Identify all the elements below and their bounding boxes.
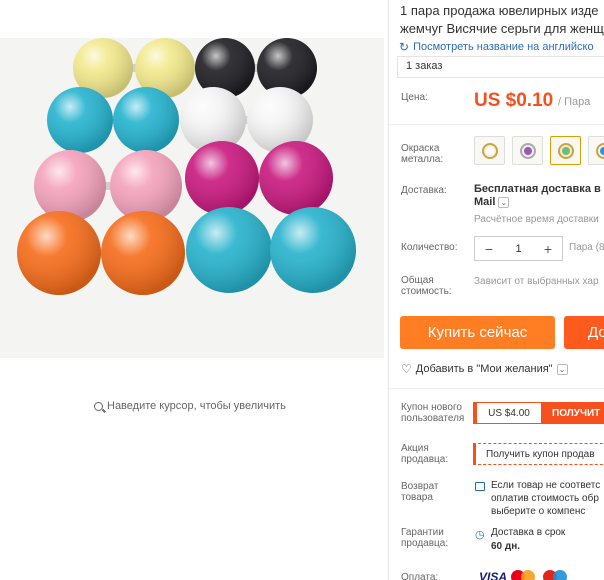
maestro-icon <box>543 570 571 580</box>
translate-icon: ↻ <box>399 40 410 54</box>
earring-gold-white-icon <box>481 142 498 159</box>
total-label: Общая стоимость: <box>401 275 452 297</box>
heart-icon: ♡ <box>401 362 412 376</box>
get-coupon-button[interactable]: ПОЛУЧИТ <box>542 402 604 424</box>
color-swatch-1[interactable] <box>474 136 505 165</box>
quantity-decrease-button[interactable]: − <box>482 241 496 257</box>
price-unit: / Пара <box>558 96 591 108</box>
shipping-label: Доставка: <box>401 185 447 196</box>
earring-gold-green-icon <box>557 142 574 159</box>
magnifier-icon <box>94 401 103 411</box>
add-to-cart-button[interactable]: До <box>564 316 604 349</box>
pearl-highlight <box>17 211 101 295</box>
translate-title-link[interactable]: ↻ Посмотреть название на английско <box>399 40 594 54</box>
pearl-highlight <box>113 87 179 153</box>
earrings-photo <box>17 38 356 295</box>
new-user-coupon: US $4.00 ПОЛУЧИТ <box>473 402 604 424</box>
shipping-main: Бесплатная доставка в R <box>474 183 604 195</box>
color-swatch-2[interactable] <box>512 136 543 165</box>
orders-count: 1 заказ <box>397 56 604 78</box>
seller-promo-label: Акция продавца: <box>401 443 449 465</box>
pearl-highlight <box>186 207 272 293</box>
product-title: 1 пара продажа ювелирных изде жемчуг Вис… <box>400 2 604 38</box>
visa-icon: VISA <box>479 570 508 580</box>
mastercard-icon <box>511 570 539 580</box>
wishlist-text: Добавить в "Мои желания" <box>415 363 553 375</box>
chevron-down-icon: ⌄ <box>498 196 510 208</box>
returns-label: Возврат товара <box>401 481 439 503</box>
divider <box>389 124 604 125</box>
guarantee-line-2: 60 дн. <box>491 541 521 552</box>
earring-silver-purple-icon <box>519 142 536 159</box>
pearl-highlight <box>101 211 185 295</box>
product-title-line1: 1 пара продажа ювелирных изде <box>400 3 599 18</box>
pearl-highlight <box>34 150 106 222</box>
price-label: Цена: <box>401 92 428 103</box>
buy-now-button[interactable]: Купить сейчас <box>400 316 555 349</box>
pearl-highlight <box>185 141 259 215</box>
earring-gold-blue-icon <box>595 142 604 159</box>
coupon-amount: US $4.00 <box>473 402 542 424</box>
pearl-highlight <box>259 141 333 215</box>
guarantee-text: Доставка в срок 60 дн. <box>491 526 565 554</box>
payment-label: Оплата: <box>401 572 439 580</box>
returns-line-3: выберите о компенс <box>491 506 586 517</box>
orders-count-text: 1 заказ <box>406 60 443 72</box>
zoom-hint: Наведите курсор, чтобы увеличить <box>94 400 286 412</box>
total-value: Зависит от выбранных хар <box>474 276 599 287</box>
new-user-coupon-label: Купон нового пользователя <box>401 402 465 424</box>
payment-methods: VISA <box>479 570 571 580</box>
translate-link-text: Посмотреть название на английско <box>413 41 594 53</box>
guarantee-line-1: Доставка в срок <box>491 527 566 538</box>
pearl-highlight <box>270 207 356 293</box>
returns-line-2: оплатив стоимость обр <box>491 493 599 504</box>
shipping-method-dropdown[interactable]: Mail ⌄ <box>474 196 510 208</box>
product-title-line2: жемчуг Висячие серьги для женщ <box>400 21 604 36</box>
metal-color-label: Окраска металла: <box>401 143 444 165</box>
metal-color-options <box>474 136 604 165</box>
price-value: US $0.10 <box>474 90 554 111</box>
quantity-increase-button[interactable]: + <box>541 241 555 257</box>
quantity-input[interactable]: 1 <box>515 243 521 255</box>
divider <box>389 388 604 389</box>
add-to-wishlist-link[interactable]: ♡ Добавить в "Мои желания" ⌄ <box>401 362 568 376</box>
shipping-method: Mail <box>474 196 496 208</box>
chevron-down-icon: ⌄ <box>556 363 568 375</box>
clock-icon: ◷ <box>475 529 485 541</box>
color-swatch-4[interactable] <box>588 136 604 165</box>
quantity-unit: Пара (8 <box>569 242 604 253</box>
color-swatch-3[interactable] <box>550 136 581 165</box>
zoom-hint-text: Наведите курсор, чтобы увеличить <box>107 400 286 412</box>
quantity-label: Количество: <box>401 242 458 253</box>
guarantee-label: Гарантии продавца: <box>401 527 449 549</box>
gallery-panel: Наведите курсор, чтобы увеличить <box>0 0 388 580</box>
pearl-highlight <box>47 87 113 153</box>
return-policy-icon <box>475 482 485 491</box>
shipping-estimate: Расчётное время доставки <box>474 214 599 225</box>
quantity-stepper: − 1 + <box>474 236 563 261</box>
product-info-panel: 1 пара продажа ювелирных изде жемчуг Вис… <box>389 0 604 580</box>
get-seller-coupon-button[interactable]: Получить купон продав <box>473 443 604 465</box>
product-image[interactable] <box>0 38 384 358</box>
returns-line-1: Если товар не соответс <box>491 480 601 491</box>
returns-text: Если товар не соответс оплатив стоимость… <box>491 479 600 518</box>
